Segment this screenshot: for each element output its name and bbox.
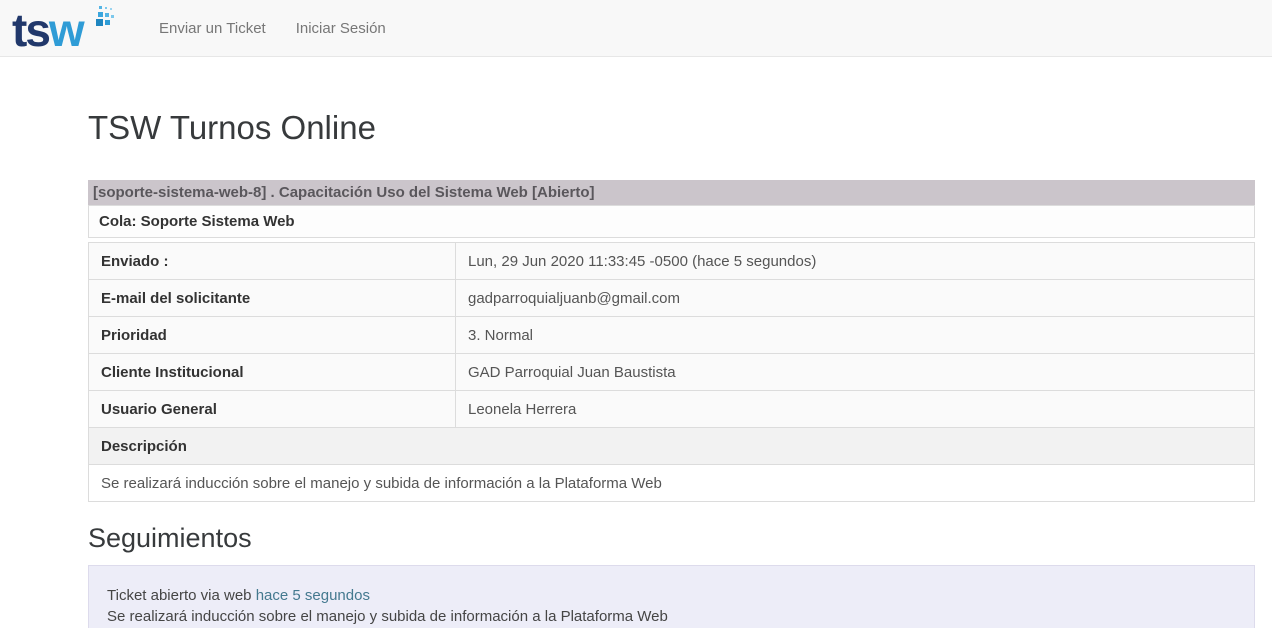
row-value-email: gadparroquialjuanb@gmail.com bbox=[456, 280, 1255, 317]
followup-time-link[interactable]: hace 5 segundos bbox=[256, 587, 370, 604]
table-row-description-text: Se realizará inducción sobre el manejo y… bbox=[89, 465, 1255, 502]
row-label-enviado: Enviado : bbox=[89, 243, 456, 280]
row-value-prioridad: 3. Normal bbox=[456, 317, 1255, 354]
row-label-prioridad: Prioridad bbox=[89, 317, 456, 354]
logo-pixel-dot bbox=[99, 6, 102, 9]
table-row: Enviado : Lun, 29 Jun 2020 11:33:45 -050… bbox=[89, 243, 1255, 280]
logo-pixel-dot bbox=[110, 8, 112, 10]
logo-pixel-dot bbox=[98, 12, 103, 17]
followup-entry: Ticket abierto via web hace 5 segundos S… bbox=[88, 565, 1255, 628]
logo-pixel-dot bbox=[111, 15, 114, 18]
logo-pixel-dot bbox=[96, 19, 103, 26]
description-text: Se realizará inducción sobre el manejo y… bbox=[89, 465, 1255, 502]
row-label-cliente: Cliente Institucional bbox=[89, 354, 456, 391]
table-row-description-label: Descripción bbox=[89, 428, 1255, 465]
row-value-usuario: Leonela Herrera bbox=[456, 391, 1255, 428]
ticket-details-table: Enviado : Lun, 29 Jun 2020 11:33:45 -050… bbox=[88, 242, 1255, 502]
row-value-enviado: Lun, 29 Jun 2020 11:33:45 -0500 (hace 5 … bbox=[456, 243, 1255, 280]
description-label: Descripción bbox=[89, 428, 1255, 465]
row-value-cliente: GAD Parroquial Juan Baustista bbox=[456, 354, 1255, 391]
nav-item-iniciar-sesion[interactable]: Iniciar Sesión bbox=[281, 10, 401, 47]
followups-title: Seguimientos bbox=[88, 520, 1255, 556]
logo-pixel-dot bbox=[105, 13, 109, 17]
table-row: Usuario General Leonela Herrera bbox=[89, 391, 1255, 428]
ticket-queue-row: Cola: Soporte Sistema Web bbox=[88, 205, 1255, 238]
logo-text-ts: ts bbox=[12, 4, 49, 56]
row-label-usuario: Usuario General bbox=[89, 391, 456, 428]
nav-item-enviar-ticket[interactable]: Enviar un Ticket bbox=[144, 10, 281, 47]
logo-text-w: w bbox=[49, 4, 83, 56]
table-row: E-mail del solicitante gadparroquialjuan… bbox=[89, 280, 1255, 317]
logo-text: tsw bbox=[12, 6, 83, 54]
row-label-email: E-mail del solicitante bbox=[89, 280, 456, 317]
followup-body: Se realizará inducción sobre el manejo y… bbox=[107, 607, 1236, 627]
tsw-logo[interactable]: tsw bbox=[12, 2, 120, 54]
page-title: TSW Turnos Online bbox=[88, 106, 1255, 150]
ticket-header-bar: [soporte-sistema-web-8] . Capacitación U… bbox=[88, 180, 1255, 205]
table-row: Cliente Institucional GAD Parroquial Jua… bbox=[89, 354, 1255, 391]
logo-pixel-dot bbox=[105, 20, 110, 25]
followup-headline: Ticket abierto via web hace 5 segundos bbox=[107, 586, 1236, 606]
navbar: tsw Enviar un Ticket Iniciar Sesión bbox=[0, 0, 1272, 57]
logo-pixel-dot bbox=[105, 7, 107, 9]
table-row: Prioridad 3. Normal bbox=[89, 317, 1255, 354]
main-content: TSW Turnos Online [soporte-sistema-web-8… bbox=[88, 106, 1255, 628]
followup-prefix: Ticket abierto via web bbox=[107, 587, 256, 604]
navbar-links: Enviar un Ticket Iniciar Sesión bbox=[144, 10, 401, 47]
